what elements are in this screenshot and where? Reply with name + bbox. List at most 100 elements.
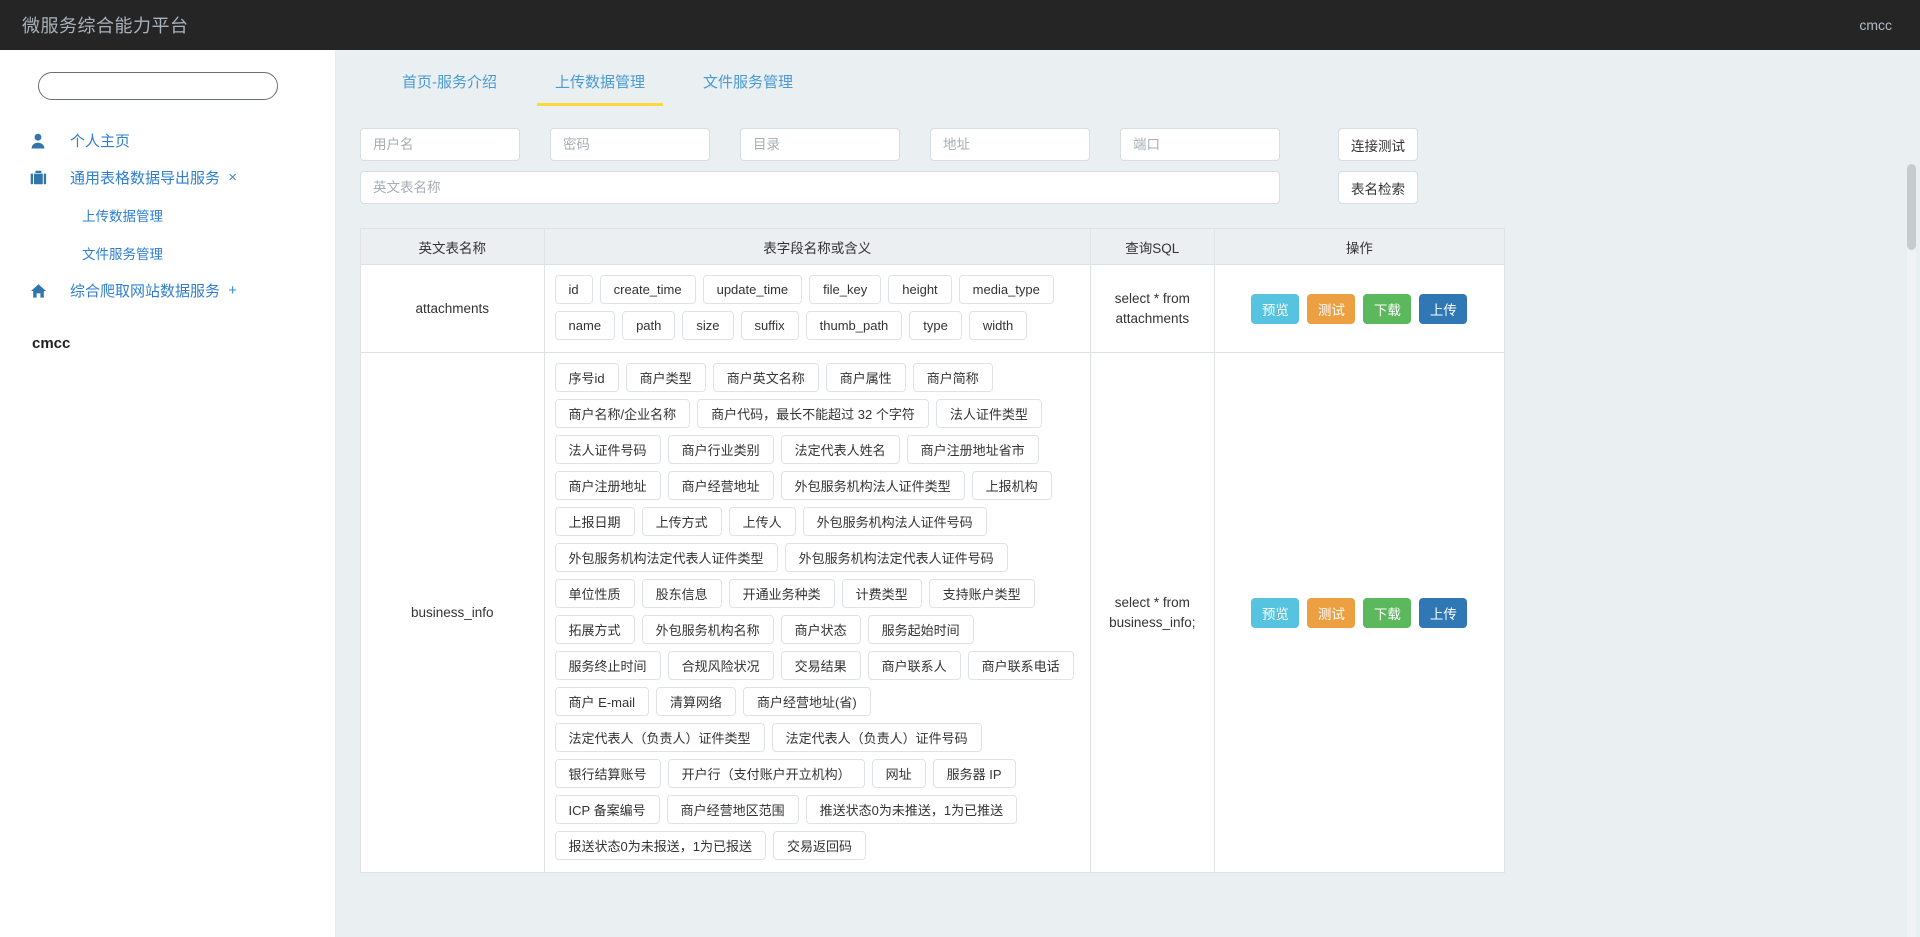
field-chip[interactable]: 商户行业类别 <box>668 435 774 464</box>
field-chip[interactable]: 推送状态0为未推送，1为已推送 <box>806 795 1017 824</box>
close-icon[interactable]: × <box>228 170 237 185</box>
upload-button[interactable]: 上传 <box>1419 294 1467 324</box>
preview-button[interactable]: 预览 <box>1251 294 1299 324</box>
field-chip[interactable]: 商户代码，最长不能超过 32 个字符 <box>697 399 929 428</box>
sidebar-item-crawler-service[interactable]: 综合爬取网站数据服务 + <box>0 272 335 309</box>
address-input[interactable] <box>930 128 1090 161</box>
field-chip[interactable]: suffix <box>741 311 799 340</box>
field-chip[interactable]: 商户经营地址(省) <box>743 687 871 716</box>
field-chip[interactable]: 外包服务机构法定代表人证件号码 <box>785 543 1008 572</box>
field-chip[interactable]: media_type <box>959 275 1054 304</box>
data-table: 英文表名称 表字段名称或含义 查询SQL 操作 attachmentsidcre… <box>360 228 1505 873</box>
plus-icon[interactable]: + <box>228 283 237 298</box>
field-chip[interactable]: 交易返回码 <box>773 831 866 860</box>
field-chip[interactable]: 法人证件号码 <box>555 435 661 464</box>
table-search-button[interactable]: 表名检索 <box>1338 171 1418 204</box>
field-chip[interactable]: 计费类型 <box>842 579 922 608</box>
connection-test-button[interactable]: 连接测试 <box>1338 128 1418 161</box>
field-chip[interactable]: thumb_path <box>806 311 903 340</box>
cell-query-sql: select * from attachments <box>1090 265 1214 353</box>
field-chip[interactable]: 上报机构 <box>972 471 1052 500</box>
password-input[interactable] <box>550 128 710 161</box>
field-chip[interactable]: 拓展方式 <box>555 615 635 644</box>
field-chip[interactable]: 法人证件类型 <box>936 399 1042 428</box>
field-chip[interactable]: 开户行（支付账户开立机构） <box>668 759 865 788</box>
field-chip[interactable]: 商户 E-mail <box>555 687 649 716</box>
field-chip[interactable]: 清算网络 <box>656 687 736 716</box>
vertical-scrollbar[interactable] <box>1907 164 1916 937</box>
tab-upload-data-management[interactable]: 上传数据管理 <box>537 71 663 106</box>
field-chip[interactable]: 商户类型 <box>626 363 706 392</box>
field-chip[interactable]: 法定代表人（负责人）证件类型 <box>555 723 765 752</box>
field-chip[interactable]: width <box>969 311 1027 340</box>
test-button[interactable]: 测试 <box>1307 294 1355 324</box>
field-chip[interactable]: 商户经营地区范围 <box>667 795 799 824</box>
field-chip[interactable]: create_time <box>600 275 696 304</box>
field-chip[interactable]: 外包服务机构法定代表人证件类型 <box>555 543 778 572</box>
tab-file-service-management[interactable]: 文件服务管理 <box>685 71 811 106</box>
sidebar-search-input[interactable] <box>38 72 278 100</box>
field-chip[interactable]: 法定代表人姓名 <box>781 435 900 464</box>
test-button[interactable]: 测试 <box>1307 598 1355 628</box>
cell-query-sql: select * from business_info; <box>1090 353 1214 873</box>
field-chip[interactable]: path <box>622 311 675 340</box>
field-chip[interactable]: 交易结果 <box>781 651 861 680</box>
field-chip[interactable]: 服务起始时间 <box>868 615 974 644</box>
field-chip[interactable]: size <box>682 311 733 340</box>
field-chip[interactable]: 商户简称 <box>913 363 993 392</box>
field-chip[interactable]: 股东信息 <box>642 579 722 608</box>
field-chip[interactable]: 法定代表人（负责人）证件号码 <box>772 723 982 752</box>
sidebar-item-table-export-service[interactable]: 通用表格数据导出服务 × <box>0 159 335 196</box>
field-chip[interactable]: 商户英文名称 <box>713 363 819 392</box>
field-chip-list: 序号id商户类型商户英文名称商户属性商户简称商户名称/企业名称商户代码，最长不能… <box>555 363 1082 860</box>
topbar-username[interactable]: cmcc <box>1859 17 1892 33</box>
field-chip[interactable]: 上传人 <box>729 507 796 536</box>
download-button[interactable]: 下载 <box>1363 294 1411 324</box>
field-chip[interactable]: 商户名称/企业名称 <box>555 399 691 428</box>
field-chip[interactable]: 上传方式 <box>642 507 722 536</box>
field-chip[interactable]: 商户经营地址 <box>668 471 774 500</box>
field-chip[interactable]: file_key <box>809 275 881 304</box>
preview-button[interactable]: 预览 <box>1251 598 1299 628</box>
table-name-input[interactable] <box>360 171 1280 204</box>
field-chip[interactable]: 商户属性 <box>826 363 906 392</box>
tab-home-service-intro[interactable]: 首页-服务介绍 <box>384 71 515 106</box>
field-chip[interactable]: 开通业务种类 <box>729 579 835 608</box>
sidebar-subitem-upload-data-management[interactable]: 上传数据管理 <box>0 196 335 234</box>
field-chip[interactable]: 商户注册地址 <box>555 471 661 500</box>
field-chip[interactable]: 银行结算账号 <box>555 759 661 788</box>
field-chip[interactable]: 外包服务机构法人证件类型 <box>781 471 965 500</box>
field-chip[interactable]: height <box>888 275 951 304</box>
sidebar-item-personal-home[interactable]: 个人主页 <box>0 122 335 159</box>
field-chip[interactable]: 服务器 IP <box>933 759 1016 788</box>
field-chip[interactable]: 商户注册地址省市 <box>907 435 1039 464</box>
field-chip[interactable]: 外包服务机构名称 <box>642 615 774 644</box>
field-chip[interactable]: 序号id <box>555 363 619 392</box>
scrollbar-thumb[interactable] <box>1907 164 1916 250</box>
directory-input[interactable] <box>740 128 900 161</box>
field-chip[interactable]: 商户状态 <box>781 615 861 644</box>
field-chip[interactable]: 商户联系人 <box>868 651 961 680</box>
field-chip[interactable]: 支持账户类型 <box>929 579 1035 608</box>
field-chip[interactable]: type <box>909 311 962 340</box>
table-row: attachmentsidcreate_timeupdate_timefile_… <box>361 265 1505 353</box>
field-chip[interactable]: 外包服务机构法人证件号码 <box>803 507 987 536</box>
field-chip[interactable]: ICP 备案编号 <box>555 795 660 824</box>
field-chip[interactable]: name <box>555 311 616 340</box>
field-chip[interactable]: 上报日期 <box>555 507 635 536</box>
field-chip[interactable]: 报送状态0为未报送，1为已报送 <box>555 831 766 860</box>
field-chip[interactable]: 商户联系电话 <box>968 651 1074 680</box>
field-chip[interactable]: 网址 <box>872 759 926 788</box>
field-chip[interactable]: 合规风险状况 <box>668 651 774 680</box>
table-header-operations: 操作 <box>1214 229 1504 265</box>
upload-button[interactable]: 上传 <box>1419 598 1467 628</box>
field-chip[interactable]: id <box>555 275 593 304</box>
field-chip[interactable]: 服务终止时间 <box>555 651 661 680</box>
download-button[interactable]: 下载 <box>1363 598 1411 628</box>
sidebar-subitem-file-service-management[interactable]: 文件服务管理 <box>0 234 335 272</box>
username-input[interactable] <box>360 128 520 161</box>
field-chip[interactable]: update_time <box>703 275 803 304</box>
user-icon <box>30 133 56 149</box>
field-chip[interactable]: 单位性质 <box>555 579 635 608</box>
port-input[interactable] <box>1120 128 1280 161</box>
